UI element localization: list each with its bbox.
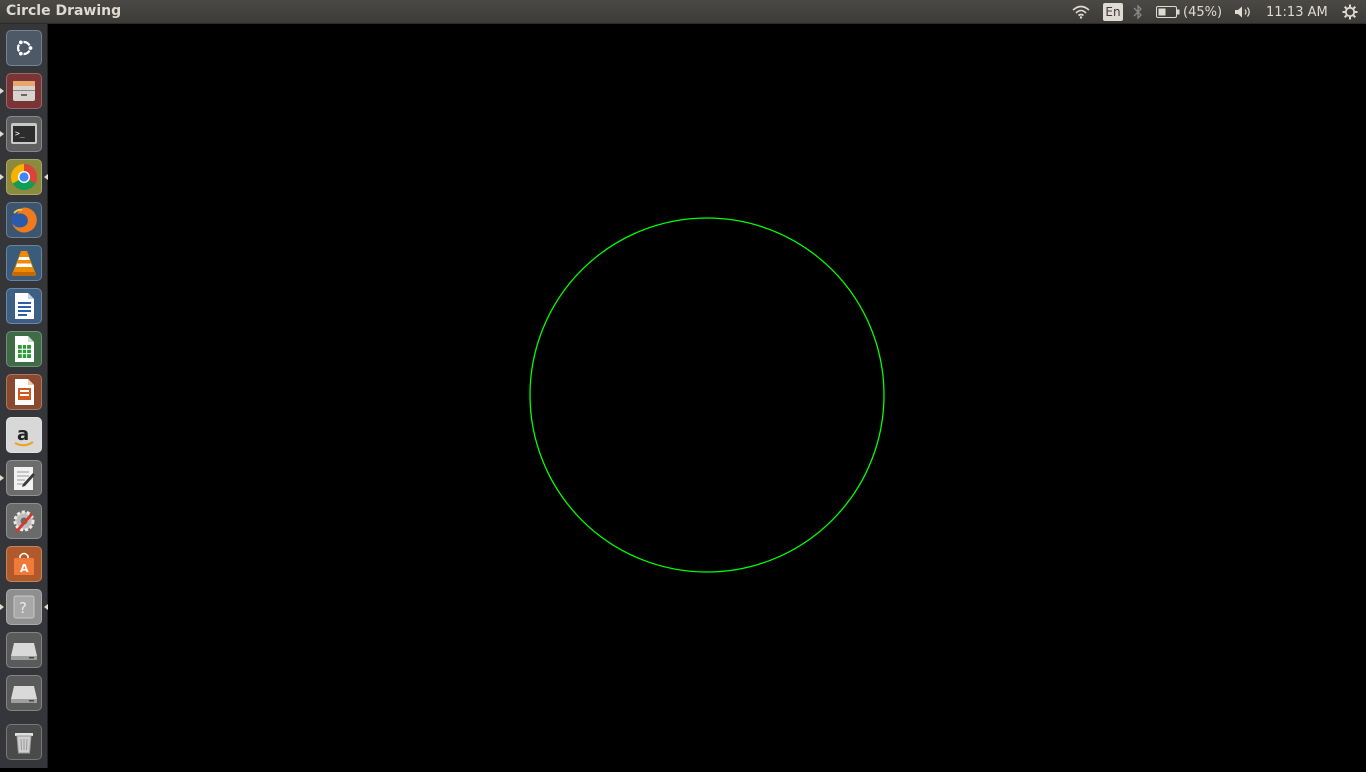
amazon-icon: a <box>14 424 34 447</box>
wifi-icon[interactable] <box>1070 0 1092 24</box>
launcher: >_ a A ? <box>0 24 48 768</box>
window-title: Circle Drawing <box>6 3 122 19</box>
clock[interactable]: 11:13 AM <box>1266 0 1330 24</box>
battery-percentage: (45%) <box>1183 4 1223 20</box>
hard-drive-icon <box>11 643 37 660</box>
focus-indicator <box>44 174 48 180</box>
ubuntu-logo-icon <box>16 39 34 57</box>
question-mark-icon: ? <box>13 595 35 619</box>
running-indicator <box>0 475 4 481</box>
settings-tools-icon <box>13 510 35 533</box>
running-indicator <box>0 604 4 610</box>
launcher-item-amazon[interactable]: a <box>6 417 42 453</box>
launcher-item-firefox[interactable] <box>6 202 42 238</box>
svg-text:>_: >_ <box>15 129 25 138</box>
bluetooth-icon[interactable] <box>1131 0 1145 24</box>
calc-spreadsheet-icon <box>15 336 34 362</box>
battery-icon <box>1156 6 1180 18</box>
drawing-canvas[interactable] <box>49 24 1366 768</box>
launcher-item-chrome[interactable] <box>6 159 42 195</box>
trash-icon <box>15 733 33 754</box>
launcher-item-trash[interactable] <box>6 724 42 760</box>
svg-text:A: A <box>20 562 29 575</box>
launcher-item-vlc[interactable] <box>6 245 42 281</box>
impress-presentation-icon <box>15 379 34 405</box>
software-center-bag-icon: A <box>14 552 34 575</box>
running-indicator <box>0 131 4 137</box>
launcher-item-system-settings[interactable] <box>6 503 42 539</box>
launcher-item-impress[interactable] <box>6 374 42 410</box>
launcher-item-drive-2[interactable] <box>6 675 42 711</box>
launcher-item-text-editor[interactable] <box>6 460 42 496</box>
gear-icon[interactable] <box>1339 0 1361 24</box>
launcher-item-drive-1[interactable] <box>6 632 42 668</box>
launcher-item-dash-home[interactable] <box>6 30 42 66</box>
launcher-item-terminal[interactable]: >_ <box>6 116 42 152</box>
svg-text:a: a <box>17 424 29 445</box>
focus-indicator <box>44 604 48 610</box>
writer-document-icon <box>15 293 34 319</box>
firefox-icon <box>11 207 37 233</box>
running-indicator <box>0 88 4 94</box>
terminal-icon: >_ <box>11 123 37 144</box>
launcher-item-files[interactable] <box>6 73 42 109</box>
text-editor-icon <box>14 467 35 490</box>
vlc-cone-icon <box>12 251 36 276</box>
launcher-item-unknown-app[interactable]: ? <box>6 589 42 625</box>
launcher-item-writer[interactable] <box>6 288 42 324</box>
svg-text:?: ? <box>19 599 27 617</box>
file-cabinet-icon <box>13 81 35 101</box>
keyboard-layout-indicator[interactable]: En <box>1103 3 1123 21</box>
launcher-item-calc[interactable] <box>6 331 42 367</box>
battery-indicator[interactable]: (45%) <box>1156 0 1226 24</box>
chrome-icon <box>10 163 38 191</box>
running-indicator <box>0 174 4 180</box>
drawn-circle <box>529 217 885 573</box>
volume-icon[interactable] <box>1233 0 1255 24</box>
drawing-surface <box>529 217 885 573</box>
hard-drive-icon <box>11 686 37 703</box>
top-panel: Circle Drawing En (45%) 11:13 AM <box>0 0 1366 24</box>
launcher-item-software-center[interactable]: A <box>6 546 42 582</box>
